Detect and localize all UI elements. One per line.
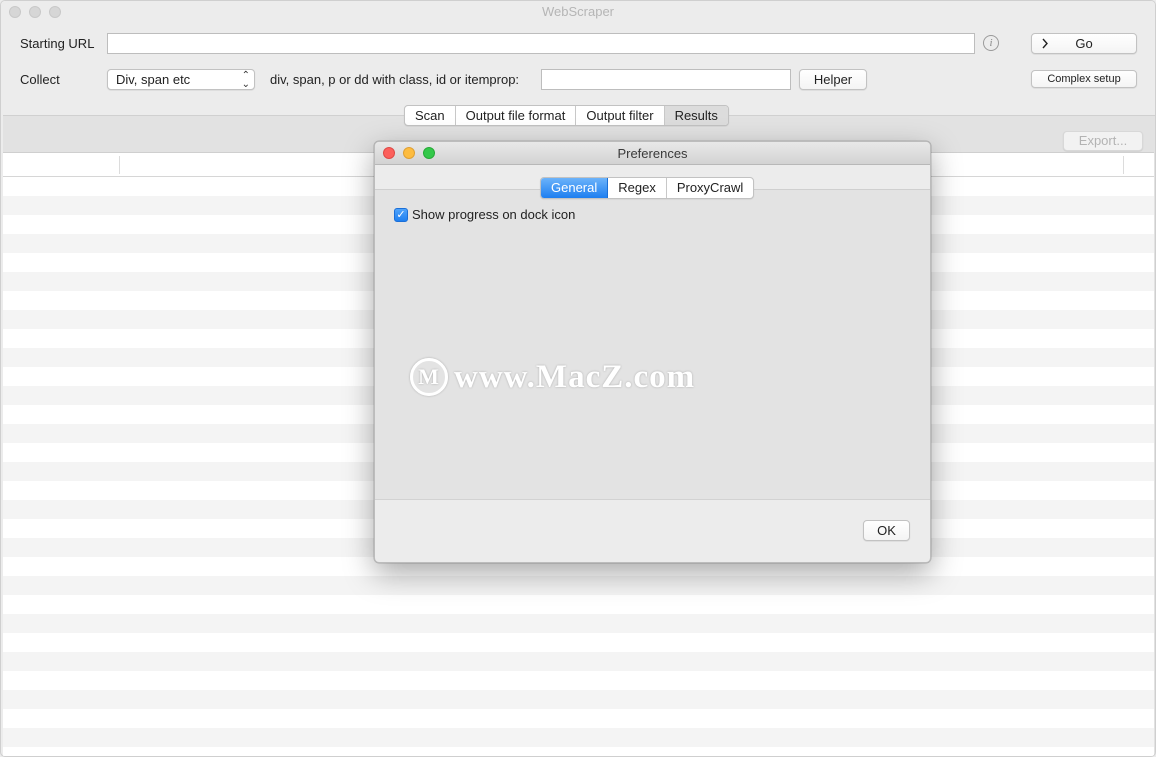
show-progress-label: Show progress on dock icon — [412, 207, 576, 222]
zoom-window-button[interactable] — [49, 6, 61, 18]
selector-input[interactable] — [541, 69, 791, 90]
preferences-dialog: Preferences General Regex ProxyCrawl ✓ S… — [374, 141, 931, 563]
window-controls — [9, 6, 61, 18]
main-window: WebScraper Starting URL i Go Collect Div… — [0, 0, 1156, 757]
preferences-titlebar: Preferences — [375, 142, 930, 165]
starting-url-input[interactable] — [107, 33, 975, 54]
helper-button[interactable]: Helper — [799, 69, 867, 90]
macz-logo-icon: M — [410, 358, 448, 396]
show-progress-checkbox[interactable]: ✓ — [394, 207, 408, 222]
column-divider[interactable] — [1123, 156, 1124, 174]
window-title: WebScraper — [541, 4, 614, 19]
tab-output-file-format[interactable]: Output file format — [456, 106, 577, 125]
info-icon[interactable]: i — [983, 35, 999, 51]
dialog-window-controls — [383, 147, 435, 159]
watermark-text: www.MacZ.com — [454, 358, 696, 395]
preferences-title: Preferences — [617, 146, 688, 161]
collect-label: Collect — [20, 72, 60, 87]
tab-proxycrawl[interactable]: ProxyCrawl — [667, 178, 753, 198]
checkmark-icon: ✓ — [396, 208, 406, 221]
preferences-body — [375, 189, 930, 500]
minimize-dialog-button[interactable] — [403, 147, 415, 159]
starting-url-label: Starting URL — [20, 36, 95, 51]
chevron-right-icon — [1041, 34, 1049, 58]
selector-label: div, span, p or dd with class, id or ite… — [270, 72, 520, 87]
collect-selected-value: Div, span etc — [116, 72, 191, 87]
column-divider[interactable] — [119, 156, 120, 174]
main-tabs: Scan Output file format Output filter Re… — [404, 105, 729, 126]
minimize-window-button[interactable] — [29, 6, 41, 18]
close-dialog-button[interactable] — [383, 147, 395, 159]
watermark: M www.MacZ.com — [410, 358, 695, 396]
collect-select[interactable]: Div, span etc ⌃ ⌄ — [107, 69, 255, 90]
show-progress-option[interactable]: ✓ Show progress on dock icon — [394, 207, 575, 222]
ok-button[interactable]: OK — [863, 520, 910, 541]
window-titlebar: WebScraper — [1, 1, 1155, 23]
go-button-label: Go — [1075, 36, 1093, 51]
go-button[interactable]: Go — [1031, 33, 1137, 54]
complex-setup-button[interactable]: Complex setup — [1031, 70, 1137, 88]
export-button[interactable]: Export... — [1063, 131, 1143, 151]
close-window-button[interactable] — [9, 6, 21, 18]
tab-regex[interactable]: Regex — [608, 178, 667, 198]
tab-output-filter[interactable]: Output filter — [576, 106, 665, 125]
tab-scan[interactable]: Scan — [405, 106, 456, 125]
tab-general[interactable]: General — [541, 178, 609, 198]
zoom-dialog-button[interactable] — [423, 147, 435, 159]
updown-chevron-icon: ⌃ ⌄ — [241, 70, 250, 90]
tab-results[interactable]: Results — [664, 106, 728, 125]
preferences-tabs: General Regex ProxyCrawl — [540, 177, 755, 199]
